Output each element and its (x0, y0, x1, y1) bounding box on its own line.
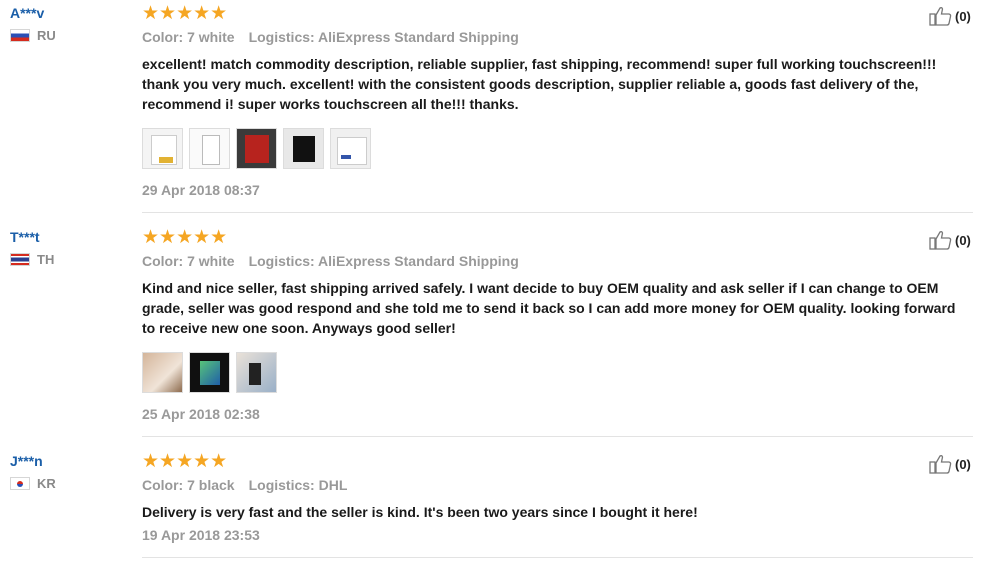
helpful-count: (0) (955, 8, 971, 24)
helpful-count: (0) (955, 232, 971, 248)
review-meta: Color: 7 white Logistics: AliExpress Stan… (142, 252, 973, 270)
review-text: Kind and nice seller, fast shipping arri… (142, 280, 956, 336)
flag-icon (10, 29, 30, 42)
review-photos (142, 128, 973, 169)
star-icon: ★★★★★ (142, 227, 228, 248)
reviewer-country: KR (10, 476, 130, 491)
review-item: J***n KR ★★★★★ Color: 7 black Logistics: … (0, 448, 1000, 564)
review-item: T***t TH ★★★★★ Color: 7 white Logistics: … (0, 224, 1000, 448)
photo-thumbnail[interactable] (236, 128, 277, 169)
helpful-button[interactable]: (0) (929, 454, 971, 474)
reviewer-name[interactable]: A***v (10, 4, 130, 22)
photo-thumbnail[interactable] (189, 352, 230, 393)
reviewer-name[interactable]: J***n (10, 452, 130, 470)
review-meta: Color: 7 white Logistics: AliExpress Stan… (142, 28, 973, 46)
photo-thumbnail[interactable] (330, 128, 371, 169)
reviewer-country: RU (10, 28, 130, 43)
review-photos (142, 352, 973, 393)
divider (142, 212, 973, 213)
reviewer-info: A***v RU (10, 4, 130, 43)
country-code: KR (37, 476, 56, 491)
divider (142, 557, 973, 558)
helpful-button[interactable]: (0) (929, 6, 971, 26)
review-text: excellent! match commodity description, … (142, 56, 937, 112)
flag-icon (10, 477, 30, 490)
review-body: ★★★★★ Color: 7 white Logistics: AliExpres… (142, 4, 973, 199)
photo-thumbnail[interactable] (189, 128, 230, 169)
review-text: Delivery is very fast and the seller is … (142, 504, 698, 520)
country-code: TH (37, 252, 55, 267)
helpful-button[interactable]: (0) (929, 230, 971, 250)
photo-thumbnail[interactable] (142, 352, 183, 393)
review-date: 29 Apr 2018 08:37 (142, 182, 260, 198)
review-date: 19 Apr 2018 23:53 (142, 527, 260, 543)
thumbs-up-icon (929, 231, 952, 250)
star-icon: ★★★★★ (142, 3, 228, 24)
review-body: ★★★★★ Color: 7 black Logistics: DHL Deliv… (142, 452, 973, 544)
photo-thumbnail[interactable] (236, 352, 277, 393)
flag-icon (10, 253, 30, 266)
helpful-count: (0) (955, 456, 971, 472)
reviewer-info: T***t TH (10, 228, 130, 267)
logistics-attribute: Logistics: AliExpress Standard Shipping (248, 253, 519, 269)
review-body: ★★★★★ Color: 7 white Logistics: AliExpres… (142, 228, 973, 423)
country-code: RU (37, 28, 56, 43)
color-attribute: Color: 7 black (142, 477, 235, 493)
photo-thumbnail[interactable] (283, 128, 324, 169)
divider (142, 436, 973, 437)
reviewer-info: J***n KR (10, 452, 130, 491)
star-rating: ★★★★★ (142, 452, 973, 472)
reviewer-name[interactable]: T***t (10, 228, 130, 246)
logistics-attribute: Logistics: AliExpress Standard Shipping (248, 29, 519, 45)
star-rating: ★★★★★ (142, 4, 973, 24)
color-attribute: Color: 7 white (142, 29, 235, 45)
thumbs-up-icon (929, 455, 952, 474)
color-attribute: Color: 7 white (142, 253, 235, 269)
review-meta: Color: 7 black Logistics: DHL (142, 476, 973, 494)
photo-thumbnail[interactable] (142, 128, 183, 169)
thumbs-up-icon (929, 7, 952, 26)
logistics-attribute: Logistics: DHL (248, 477, 348, 493)
review-date: 25 Apr 2018 02:38 (142, 406, 260, 422)
reviewer-country: TH (10, 252, 130, 267)
star-icon: ★★★★★ (142, 451, 228, 472)
review-item: A***v RU ★★★★★ Color: 7 white Logistics: … (0, 0, 1000, 224)
star-rating: ★★★★★ (142, 228, 973, 248)
